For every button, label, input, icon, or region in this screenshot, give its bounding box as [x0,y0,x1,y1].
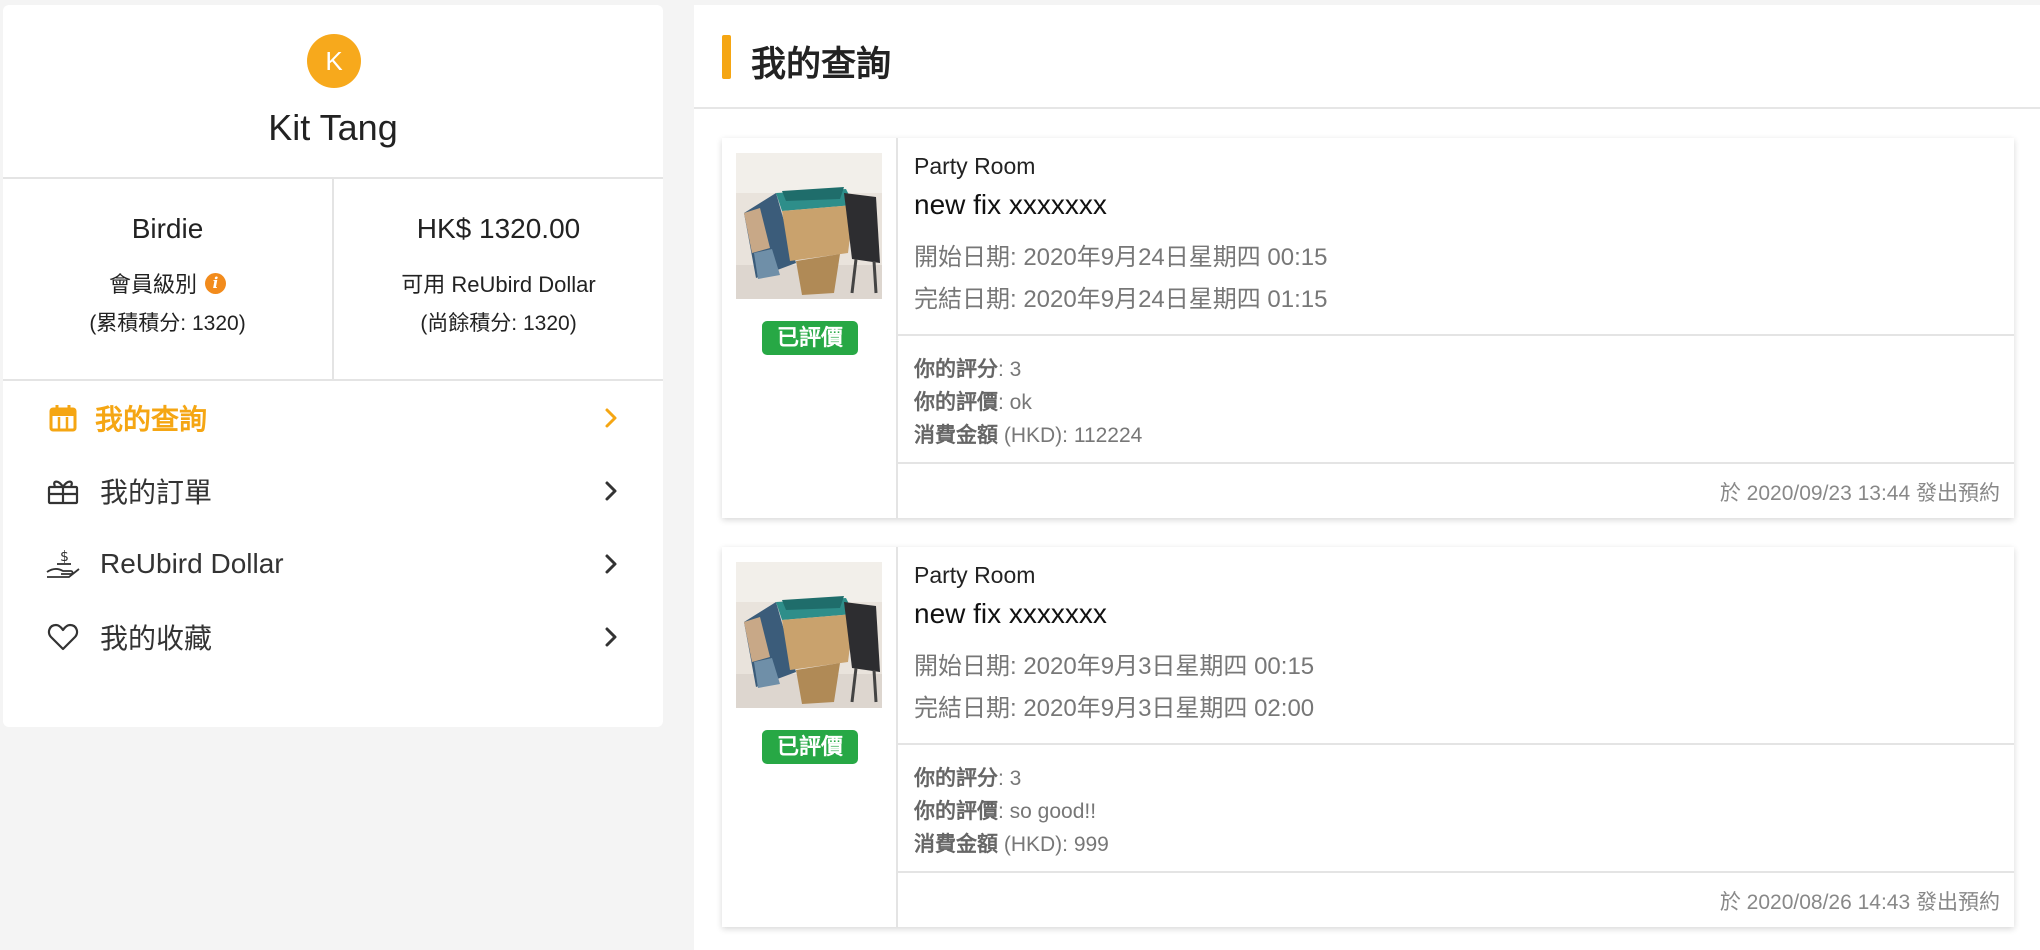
dollar-balance-label-text: 可用 ReUbird Dollar [401,272,596,297]
enquiries-panel: 我的查詢 已評價 Party Room new fix xxxxxxx 開始日期… [694,5,2040,950]
booking-info: Party Room new fix xxxxxxx 開始日期: 2020年9月… [898,138,2014,336]
menu-label: 我的收藏 [100,622,213,654]
booking-timestamp: 於 2020/09/23 13:44 發出預約 [1719,482,2000,505]
menu-label: ReUbird Dollar [100,547,284,579]
panel-header: 我的查詢 [694,5,2040,109]
room-type: Party Room [914,153,1036,179]
membership-tier-label-row: 會員級別 i [3,267,332,299]
enquiry-card[interactable]: 已評價 Party Room new fix xxxxxxx 開始日期: 202… [722,138,2014,518]
card-thumbnail-column: 已評價 [722,547,898,927]
review-comment-label: 你的評價 [914,391,998,414]
review-info: 你的評分: 3 你的評價: ok 消費金額 (HKD): 112224 [898,336,2014,464]
review-score-row: 你的評分: 3 [914,353,1021,383]
room-photo[interactable] [736,153,882,299]
review-score-row: 你的評分: 3 [914,762,1021,792]
page-title: 我的查詢 [751,45,892,84]
review-comment-row: 你的評價: so good!! [914,795,1096,825]
account-menu: 我的查詢 我的訂單 $ ReUbird Dollar 我的收藏 [3,381,663,673]
reviewed-badge: 已評價 [762,321,858,355]
heart-icon [43,617,83,657]
review-score-label: 你的評分 [914,358,998,381]
calendar-icon [43,398,83,438]
spend-amount-value: (HKD): 999 [998,833,1109,856]
enquiry-card[interactable]: 已評價 Party Room new fix xxxxxxx 開始日期: 202… [722,547,2014,927]
member-stats: Birdie 會員級別 i (累積積分: 1320) HK$ 1320.00 可… [3,179,663,381]
review-score-value: : 3 [998,767,1022,790]
start-date: 開始日期: 2020年9月24日星期四 00:15 [914,244,1328,271]
info-icon[interactable]: i [205,272,226,294]
spend-amount-label: 消費金額 [914,424,998,447]
chevron-right-icon [599,625,623,649]
chevron-right-icon [599,479,623,503]
title-accent-bar [722,35,731,79]
menu-item-my-favourites[interactable]: 我的收藏 [3,600,663,673]
booking-footer: 於 2020/09/23 13:44 發出預約 [898,464,2014,518]
review-comment-value: : ok [998,391,1032,414]
user-name: Kit Tang [268,107,398,148]
remaining-points: (尚餘積分: 1320) [420,312,577,335]
membership-tier: Birdie [131,213,204,244]
spend-amount-label: 消費金額 [914,833,998,856]
chevron-right-icon [599,552,623,576]
review-info: 你的評分: 3 你的評價: so good!! 消費金額 (HKD): 999 [898,745,2014,873]
review-comment-value: : so good!! [998,800,1097,823]
booking-footer: 於 2020/08/26 14:43 發出預約 [898,873,2014,927]
reviewed-badge: 已評價 [762,730,858,764]
review-score-value: : 3 [998,358,1022,381]
dollar-balance: HK$ 1320.00 [416,213,581,244]
profile-header: K Kit Tang [3,5,663,179]
menu-item-my-orders[interactable]: 我的訂單 [3,454,663,527]
spend-amount-row: 消費金額 (HKD): 112224 [914,419,1142,449]
start-date: 開始日期: 2020年9月3日星期四 00:15 [914,653,1315,680]
room-name[interactable]: new fix xxxxxxx [914,598,1107,630]
avatar[interactable]: K [307,34,361,88]
end-date: 完結日期: 2020年9月24日星期四 01:15 [914,286,1328,313]
card-details: Party Room new fix xxxxxxx 開始日期: 2020年9月… [898,138,2014,518]
chevron-right-icon [599,406,623,430]
room-type: Party Room [914,562,1036,588]
menu-item-reubird-dollar[interactable]: $ ReUbird Dollar [3,527,663,600]
membership-tier-panel: Birdie 會員級別 i (累積積分: 1320) [3,179,332,379]
review-comment-row: 你的評價: ok [914,386,1032,416]
gift-box-icon [43,471,83,511]
spend-amount-value: (HKD): 112224 [998,424,1143,447]
review-score-label: 你的評分 [914,767,998,790]
dollar-balance-panel: HK$ 1320.00 可用 ReUbird Dollar (尚餘積分: 132… [332,179,663,379]
end-date: 完結日期: 2020年9月3日星期四 02:00 [914,695,1315,722]
booking-timestamp: 於 2020/08/26 14:43 發出預約 [1719,891,2000,914]
spend-amount-row: 消費金額 (HKD): 999 [914,828,1109,858]
booking-info: Party Room new fix xxxxxxx 開始日期: 2020年9月… [898,547,2014,745]
menu-item-my-enquiries[interactable]: 我的查詢 [3,381,663,454]
svg-text:$: $ [60,549,69,565]
accumulated-points: (累積積分: 1320) [89,312,246,335]
dollar-balance-label: 可用 ReUbird Dollar [334,267,663,299]
room-photo[interactable] [736,562,882,708]
hand-money-icon: $ [43,544,83,584]
review-comment-label: 你的評價 [914,800,998,823]
menu-label: 我的訂單 [100,476,213,508]
menu-label: 我的查詢 [95,403,208,435]
card-thumbnail-column: 已評價 [722,138,898,518]
membership-tier-label: 會員級別 [108,272,197,297]
card-details: Party Room new fix xxxxxxx 開始日期: 2020年9月… [898,547,2014,927]
account-sidebar: K Kit Tang Birdie 會員級別 i (累積積分: 1320) HK… [3,5,663,727]
room-name[interactable]: new fix xxxxxxx [914,189,1107,221]
